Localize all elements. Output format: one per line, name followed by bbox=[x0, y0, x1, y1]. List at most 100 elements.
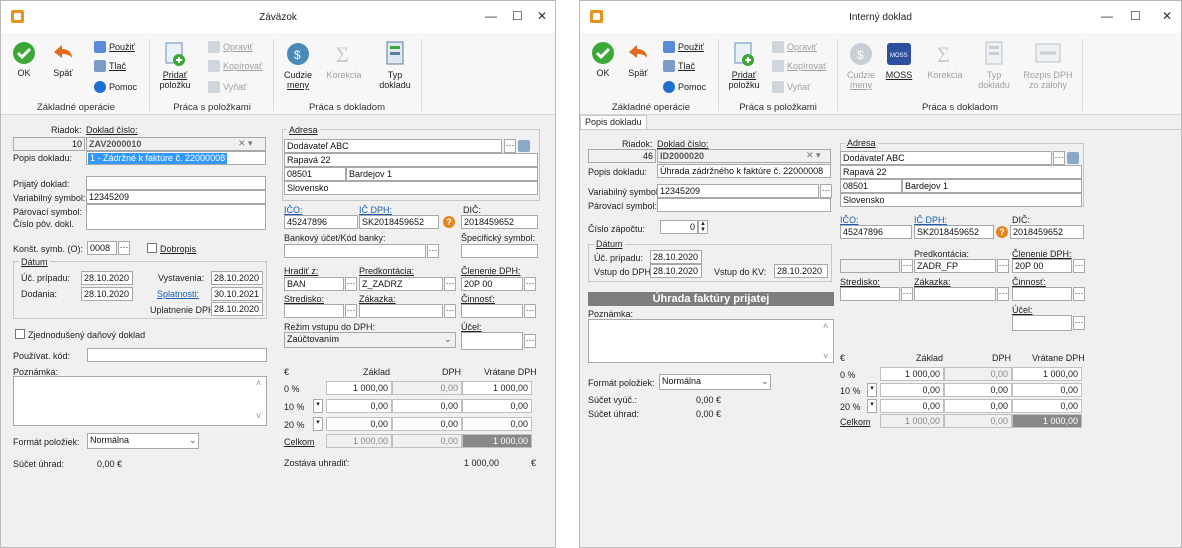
item-format-select[interactable]: Normálna bbox=[659, 374, 771, 390]
scroll-down-icon[interactable]: ˅ bbox=[823, 351, 828, 361]
vat-20-cell[interactable]: 0,00 bbox=[944, 399, 1012, 413]
country-field[interactable]: Slovensko bbox=[284, 181, 538, 195]
close-icon[interactable]: ✕ bbox=[537, 10, 547, 22]
cost-center-picker[interactable]: ··· bbox=[901, 287, 913, 301]
activity-field[interactable] bbox=[1012, 287, 1072, 301]
tab-document-description[interactable]: Popis dokladu bbox=[580, 115, 647, 129]
print-button[interactable]: Tlač bbox=[663, 60, 695, 72]
cost-center-field[interactable] bbox=[284, 304, 344, 318]
partner-picker[interactable]: ··· bbox=[1053, 151, 1065, 165]
edit-button[interactable]: Opraviť bbox=[208, 41, 253, 53]
description-field[interactable]: Úhrada zádržného k faktúre č. 22000008 bbox=[657, 164, 831, 178]
ico-link[interactable]: IČO: bbox=[840, 215, 859, 225]
zip-field[interactable]: 08501 bbox=[840, 179, 902, 193]
ico-link[interactable]: IČO: bbox=[284, 205, 303, 215]
order-picker[interactable]: ··· bbox=[444, 304, 456, 318]
minimize-icon[interactable]: — bbox=[1101, 10, 1113, 22]
ok-button[interactable]: OK bbox=[11, 41, 37, 78]
delivery-date-field[interactable]: 28.10.2020 bbox=[81, 287, 133, 301]
total-0-cell[interactable]: 1 000,00 bbox=[462, 381, 532, 395]
variable-symbol-field[interactable]: 12345209 bbox=[657, 184, 819, 198]
print-button[interactable]: Tlač bbox=[94, 60, 126, 72]
pairing-symbol-field[interactable] bbox=[86, 204, 266, 230]
vat-20-cell[interactable]: 0,00 bbox=[392, 417, 462, 431]
copy-button[interactable]: Kopírovať bbox=[208, 60, 262, 72]
vat-breakdown-button[interactable]: Rozpis DPH zo zálohy bbox=[1020, 41, 1076, 90]
cut-button[interactable]: Vyňať bbox=[208, 81, 247, 93]
back-button[interactable]: Späť bbox=[624, 41, 652, 78]
address-book-icon[interactable] bbox=[518, 140, 530, 152]
bank-account-field[interactable] bbox=[284, 244, 426, 258]
vat-mode-select[interactable]: Zaúčtovaním bbox=[284, 332, 456, 348]
rate-10-toggle[interactable]: ▾ bbox=[867, 383, 877, 397]
correction-button[interactable]: Σ Korekcia bbox=[321, 41, 367, 80]
dic-field[interactable]: 2018459652 bbox=[461, 215, 538, 229]
pay-from-field[interactable]: BAN bbox=[284, 277, 344, 291]
warning-icon[interactable]: ? bbox=[443, 216, 455, 228]
vat-breakdown-picker[interactable]: ··· bbox=[1073, 259, 1085, 273]
icdph-field[interactable]: SK2018459652 bbox=[359, 215, 439, 229]
total-10-cell[interactable]: 0,00 bbox=[462, 399, 532, 413]
rate-10-toggle[interactable]: ▾ bbox=[313, 399, 323, 413]
address-book-icon[interactable] bbox=[1067, 152, 1079, 164]
purpose-field[interactable] bbox=[1012, 315, 1072, 331]
clear-icon[interactable]: ✕ ▾ bbox=[806, 150, 821, 161]
use-button[interactable]: Použiť bbox=[94, 41, 135, 53]
pre-contact-picker[interactable]: ··· bbox=[444, 277, 456, 291]
note-field[interactable] bbox=[588, 319, 834, 363]
offset-number-field[interactable]: 0 bbox=[660, 220, 698, 234]
zip-field[interactable]: 08501 bbox=[284, 167, 346, 181]
back-button[interactable]: Späť bbox=[49, 41, 77, 78]
purpose-picker[interactable]: ··· bbox=[524, 334, 536, 348]
order-field[interactable] bbox=[359, 304, 443, 318]
ok-button[interactable]: OK bbox=[590, 41, 616, 78]
street-field[interactable]: Rapavá 22 bbox=[840, 165, 1082, 179]
row-field[interactable]: 10 bbox=[13, 137, 85, 151]
due-date-field[interactable]: 30.10.2021 bbox=[211, 287, 263, 301]
bank-account-picker[interactable]: ··· bbox=[427, 244, 439, 258]
total-20-cell[interactable]: 0,00 bbox=[462, 417, 532, 431]
total-10-cell[interactable]: 0,00 bbox=[1012, 383, 1082, 397]
vat-breakdown-field[interactable]: 20P 00 bbox=[1012, 259, 1072, 273]
icdph-field[interactable]: SK2018459652 bbox=[914, 225, 994, 239]
base-10-cell[interactable]: 0,00 bbox=[326, 399, 392, 413]
description-field[interactable]: 1 - Zádržné k faktúre č. 22000008 bbox=[86, 151, 266, 165]
clear-icon[interactable]: ✕ ▾ bbox=[238, 138, 253, 149]
rate-20-toggle[interactable]: ▾ bbox=[867, 399, 877, 413]
city-field[interactable]: Bardejov 1 bbox=[902, 179, 1082, 193]
pre-contact-picker[interactable]: ··· bbox=[997, 259, 1009, 273]
use-button[interactable]: Použiť bbox=[663, 41, 704, 53]
activity-picker[interactable]: ··· bbox=[1073, 287, 1085, 301]
purpose-picker[interactable]: ··· bbox=[1073, 316, 1085, 330]
help-button[interactable]: Pomoc bbox=[663, 81, 706, 93]
icdph-link[interactable]: IČ DPH: bbox=[914, 215, 947, 225]
scroll-up-icon[interactable]: ˄ bbox=[823, 321, 828, 331]
vat-10-cell[interactable]: 0,00 bbox=[944, 383, 1012, 397]
user-code-field[interactable] bbox=[87, 348, 267, 362]
scroll-up-icon[interactable]: ˄ bbox=[256, 378, 261, 388]
const-symbol-picker[interactable]: ··· bbox=[118, 241, 130, 255]
vat-breakdown-field[interactable]: 20P 00 bbox=[461, 277, 523, 291]
street-field[interactable]: Rapavá 22 bbox=[284, 153, 538, 167]
variable-symbol-picker[interactable]: ··· bbox=[820, 184, 832, 198]
add-item-button[interactable]: Pridať položku bbox=[153, 41, 197, 90]
document-type-button[interactable]: Typ dokladu bbox=[974, 41, 1014, 90]
cost-center-picker[interactable]: ··· bbox=[345, 304, 357, 318]
accounting-date-field[interactable]: 28.10.2020 bbox=[650, 250, 702, 264]
row-field[interactable]: 46 bbox=[588, 149, 656, 163]
pre-contact-field[interactable]: ZADR_FP bbox=[914, 259, 996, 273]
note-field[interactable] bbox=[13, 376, 267, 426]
purpose-field[interactable] bbox=[461, 332, 523, 350]
pre-contact-prefix-picker[interactable]: ··· bbox=[901, 259, 913, 273]
activity-picker[interactable]: ··· bbox=[524, 304, 536, 318]
offset-number-spinner[interactable]: ▲ ▼ bbox=[698, 220, 708, 234]
chevron-down-icon[interactable]: ⌄ bbox=[444, 334, 452, 345]
base-0-cell[interactable]: 1 000,00 bbox=[326, 381, 392, 395]
vat-breakdown-picker[interactable]: ··· bbox=[524, 277, 536, 291]
issue-date-field[interactable]: 28.10.2020 bbox=[211, 271, 263, 285]
document-type-button[interactable]: Typ dokladu bbox=[375, 41, 415, 90]
pay-from-picker[interactable]: ··· bbox=[345, 277, 357, 291]
base-10-cell[interactable]: 0,00 bbox=[880, 383, 944, 397]
rate-20-toggle[interactable]: ▾ bbox=[313, 417, 323, 431]
moss-button[interactable]: MOSS MOSS bbox=[882, 41, 916, 80]
